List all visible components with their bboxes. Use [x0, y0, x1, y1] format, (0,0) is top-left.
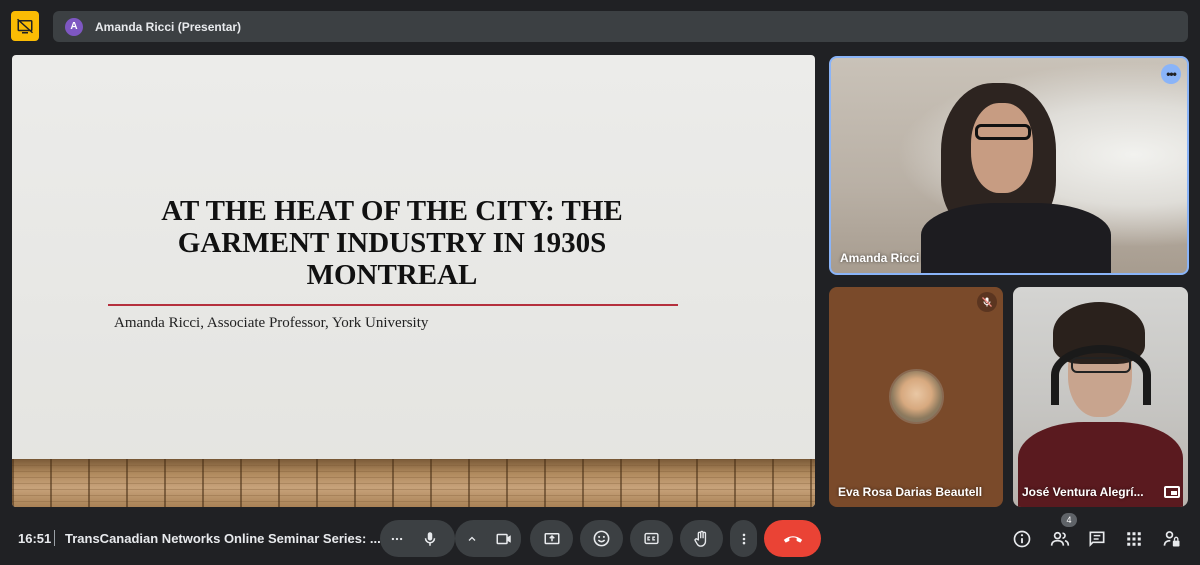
video-face	[971, 103, 1033, 193]
video-glasses	[975, 124, 1031, 140]
captions-button[interactable]	[630, 520, 673, 557]
meeting-title: TransCanadian Networks Online Seminar Se…	[65, 531, 381, 546]
presenter-avatar: A	[65, 17, 83, 36]
shared-presentation: AT THE HEAT OF THE CITY: THE GARMENT IND…	[12, 55, 815, 507]
emoji-icon	[593, 530, 610, 547]
hide-presentation-icon	[16, 18, 34, 34]
video-options-button[interactable]	[460, 520, 484, 557]
apps-grid-icon	[1127, 532, 1141, 546]
people-button[interactable]	[1048, 527, 1072, 551]
participant-tile-amanda[interactable]: ••• Amanda Ricci	[829, 56, 1189, 275]
people-icon	[1050, 531, 1070, 546]
meeting-details-button[interactable]	[1010, 527, 1034, 551]
slide-wood-floor-background	[12, 459, 815, 507]
host-controls-button[interactable]	[1160, 527, 1184, 551]
presenter-banner: A Amanda Ricci (Presentar)	[53, 11, 1188, 42]
activities-button[interactable]	[1122, 527, 1146, 551]
present-to-all-icon	[544, 532, 559, 544]
microphone-button[interactable]	[412, 520, 448, 557]
hand-icon	[694, 530, 707, 547]
lock-person-icon	[1163, 531, 1180, 547]
slide-subtitle: Amanda Ricci, Associate Professor, York …	[114, 315, 429, 331]
reactions-button[interactable]	[580, 520, 623, 557]
slide-divider	[108, 304, 678, 306]
videocam-icon	[496, 533, 511, 544]
clock: 16:51	[18, 531, 52, 546]
participant-tile-jose[interactable]: José Ventura Alegrí...	[1013, 287, 1188, 507]
meet-window: A Amanda Ricci (Presentar) AT THE HEAT O…	[0, 0, 1200, 565]
divider	[54, 530, 55, 546]
closed-caption-icon	[644, 532, 659, 545]
participant-name: José Ventura Alegrí...	[1022, 485, 1144, 499]
participant-tile-eva[interactable]: Eva Rosa Darias Beautell	[829, 287, 1003, 507]
raise-hand-button[interactable]	[680, 520, 723, 557]
mic-off-icon	[977, 292, 997, 312]
presenter-label: Amanda Ricci (Presentar)	[95, 19, 242, 34]
more-options-icon[interactable]: •••	[1161, 64, 1181, 84]
chat-button[interactable]	[1085, 527, 1109, 551]
presentation-toggle-button[interactable]	[11, 11, 39, 41]
more-horiz-icon	[391, 537, 403, 540]
chevron-up-icon	[468, 536, 476, 541]
info-icon	[1013, 530, 1031, 548]
audio-options-button[interactable]	[383, 520, 411, 557]
microphone-icon	[424, 531, 436, 546]
present-now-button[interactable]	[530, 520, 573, 557]
more-vert-icon	[742, 533, 745, 544]
leave-call-button[interactable]	[764, 520, 821, 557]
people-count-badge: 4	[1061, 513, 1077, 527]
chat-icon	[1089, 531, 1105, 547]
more-options-button[interactable]	[730, 520, 757, 557]
video-body	[921, 203, 1111, 273]
participant-name: Eva Rosa Darias Beautell	[838, 485, 983, 499]
slide-title: AT THE HEAT OF THE CITY: THE GARMENT IND…	[161, 195, 623, 291]
video-glasses	[1071, 357, 1131, 373]
camera-button[interactable]	[486, 520, 521, 557]
participant-name: Amanda Ricci	[840, 251, 920, 265]
participant-avatar	[889, 369, 944, 424]
video-headphones	[1051, 345, 1151, 405]
picture-in-picture-icon[interactable]	[1164, 486, 1180, 498]
call-end-icon	[783, 535, 802, 543]
